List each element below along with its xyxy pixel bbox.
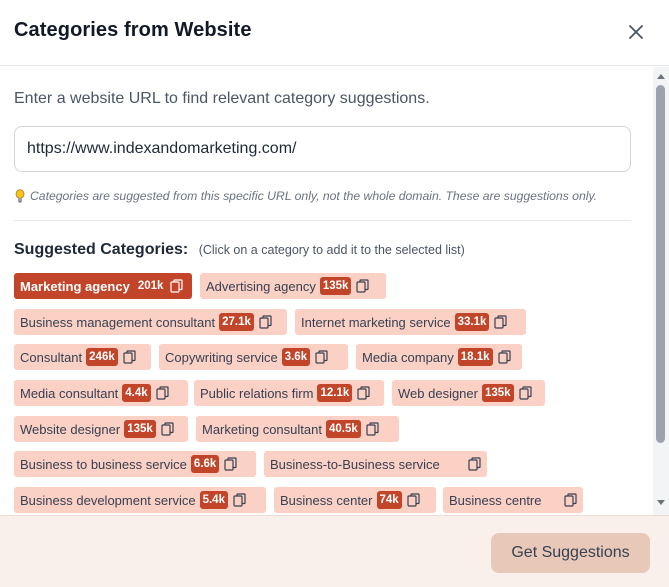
copy-icon[interactable]	[315, 350, 328, 364]
copy-icon[interactable]	[356, 279, 370, 293]
category-chip-count-badge: 4.4k	[122, 384, 151, 402]
category-chip-count-badge: 18.1k	[457, 348, 493, 366]
category-chip-label: Advertising agency	[206, 278, 316, 294]
copy-icon[interactable]	[366, 422, 379, 436]
category-chip[interactable]: Website designer 135k	[14, 416, 188, 442]
category-chip-count-badge: 3.6k	[281, 348, 311, 366]
category-chip[interactable]: Public relations firm 12.1k	[194, 380, 384, 406]
category-chip-count-badge: 135k	[319, 277, 352, 295]
category-chip-list: Marketing agency 201k Advertising agency 13…	[0, 67, 653, 515]
category-chip-label: Business management consultant	[20, 314, 216, 330]
copy-icon[interactable]	[161, 422, 174, 436]
copy-icon[interactable]	[170, 279, 184, 293]
category-chip-count-badge: 246k	[86, 348, 118, 366]
category-chip[interactable]: Business development service 5.4k	[14, 487, 266, 513]
category-chip[interactable]: Consultant 246k	[14, 344, 151, 370]
close-icon	[629, 25, 643, 39]
category-chip-label: Website designer	[20, 421, 121, 437]
category-chip-label: Business-to-Business service	[270, 456, 440, 472]
category-chip-count-badge: 27.1k	[219, 313, 254, 331]
scroll-up-arrow-icon[interactable]	[657, 73, 665, 79]
category-chip-label: Business centre	[449, 492, 542, 508]
copy-icon[interactable]	[497, 350, 511, 364]
category-chip-label: Internet marketing service	[301, 314, 451, 330]
category-chip[interactable]: Advertising agency 135k	[200, 273, 386, 299]
category-chip-label: Business development service	[20, 492, 196, 508]
copy-icon[interactable]	[156, 386, 169, 400]
category-chip[interactable]: Business management consultant 27.1k	[14, 309, 287, 335]
dialog-body: Enter a website URL to find relevant cat…	[0, 67, 653, 515]
category-chip[interactable]: Business center 74k	[274, 487, 436, 513]
category-chip[interactable]: Internet marketing service 33.1k	[295, 309, 526, 335]
scroll-down-arrow-icon[interactable]	[657, 500, 665, 506]
copy-icon[interactable]	[259, 315, 272, 329]
category-chip[interactable]: Media consultant 4.4k	[14, 380, 188, 406]
dialog-title: Categories from Website	[14, 19, 252, 41]
copy-icon[interactable]	[468, 457, 481, 471]
copy-icon[interactable]	[357, 386, 370, 400]
category-chip-label: Marketing consultant	[202, 421, 322, 437]
category-chip[interactable]: Web designer 135k	[392, 380, 545, 406]
copy-icon[interactable]	[494, 315, 507, 329]
copy-icon[interactable]	[518, 386, 532, 400]
category-chip-label: Media company	[362, 349, 454, 365]
category-chip[interactable]: Marketing agency 201k	[14, 273, 192, 299]
category-chip-label: Marketing agency	[20, 278, 130, 294]
category-chip-label: Business center	[280, 492, 373, 508]
dialog-footer: Get Suggestions	[0, 515, 669, 587]
close-button[interactable]	[624, 20, 648, 44]
category-chip[interactable]: Media company 18.1k	[356, 344, 522, 370]
category-chip-count-badge: 12.1k	[317, 384, 353, 402]
category-chip-count-badge: 135k	[481, 384, 514, 402]
copy-icon[interactable]	[407, 493, 420, 507]
category-chip-count-badge: 135k	[124, 420, 156, 438]
category-chip-label: Public relations firm	[200, 385, 314, 401]
category-chip[interactable]: Copywriting service 3.6k	[159, 344, 348, 370]
copy-icon[interactable]	[564, 493, 577, 507]
category-chip[interactable]: Business-to-Business service	[264, 451, 487, 477]
copy-icon[interactable]	[123, 350, 136, 364]
categories-dialog: Categories from Website Enter a website …	[0, 0, 669, 587]
category-chip-label: Web designer	[398, 385, 478, 401]
copy-icon[interactable]	[224, 457, 237, 471]
category-chip-count-badge: 6.6k	[190, 455, 220, 473]
category-chip-label: Copywriting service	[165, 349, 278, 365]
category-chip-count-badge: 33.1k	[454, 313, 490, 331]
category-chip[interactable]: Marketing consultant 40.5k	[196, 416, 399, 442]
category-chip-label: Business to business service	[20, 456, 187, 472]
scrollbar[interactable]	[653, 67, 669, 515]
category-chip-count-badge: 5.4k	[199, 491, 228, 509]
category-chip-label: Media consultant	[20, 385, 119, 401]
get-suggestions-button[interactable]: Get Suggestions	[491, 533, 650, 573]
category-chip[interactable]: Business centre	[443, 487, 583, 513]
scrollbar-thumb[interactable]	[656, 85, 665, 443]
category-chip-count-badge: 74k	[376, 491, 402, 509]
category-chip-count-badge: 40.5k	[325, 420, 361, 438]
category-chip-count-badge: 201k	[137, 280, 164, 292]
category-chip[interactable]: Business to business service 6.6k	[14, 451, 256, 477]
copy-icon[interactable]	[233, 493, 246, 507]
dialog-header: Categories from Website	[0, 0, 669, 66]
category-chip-label: Consultant	[20, 349, 83, 365]
